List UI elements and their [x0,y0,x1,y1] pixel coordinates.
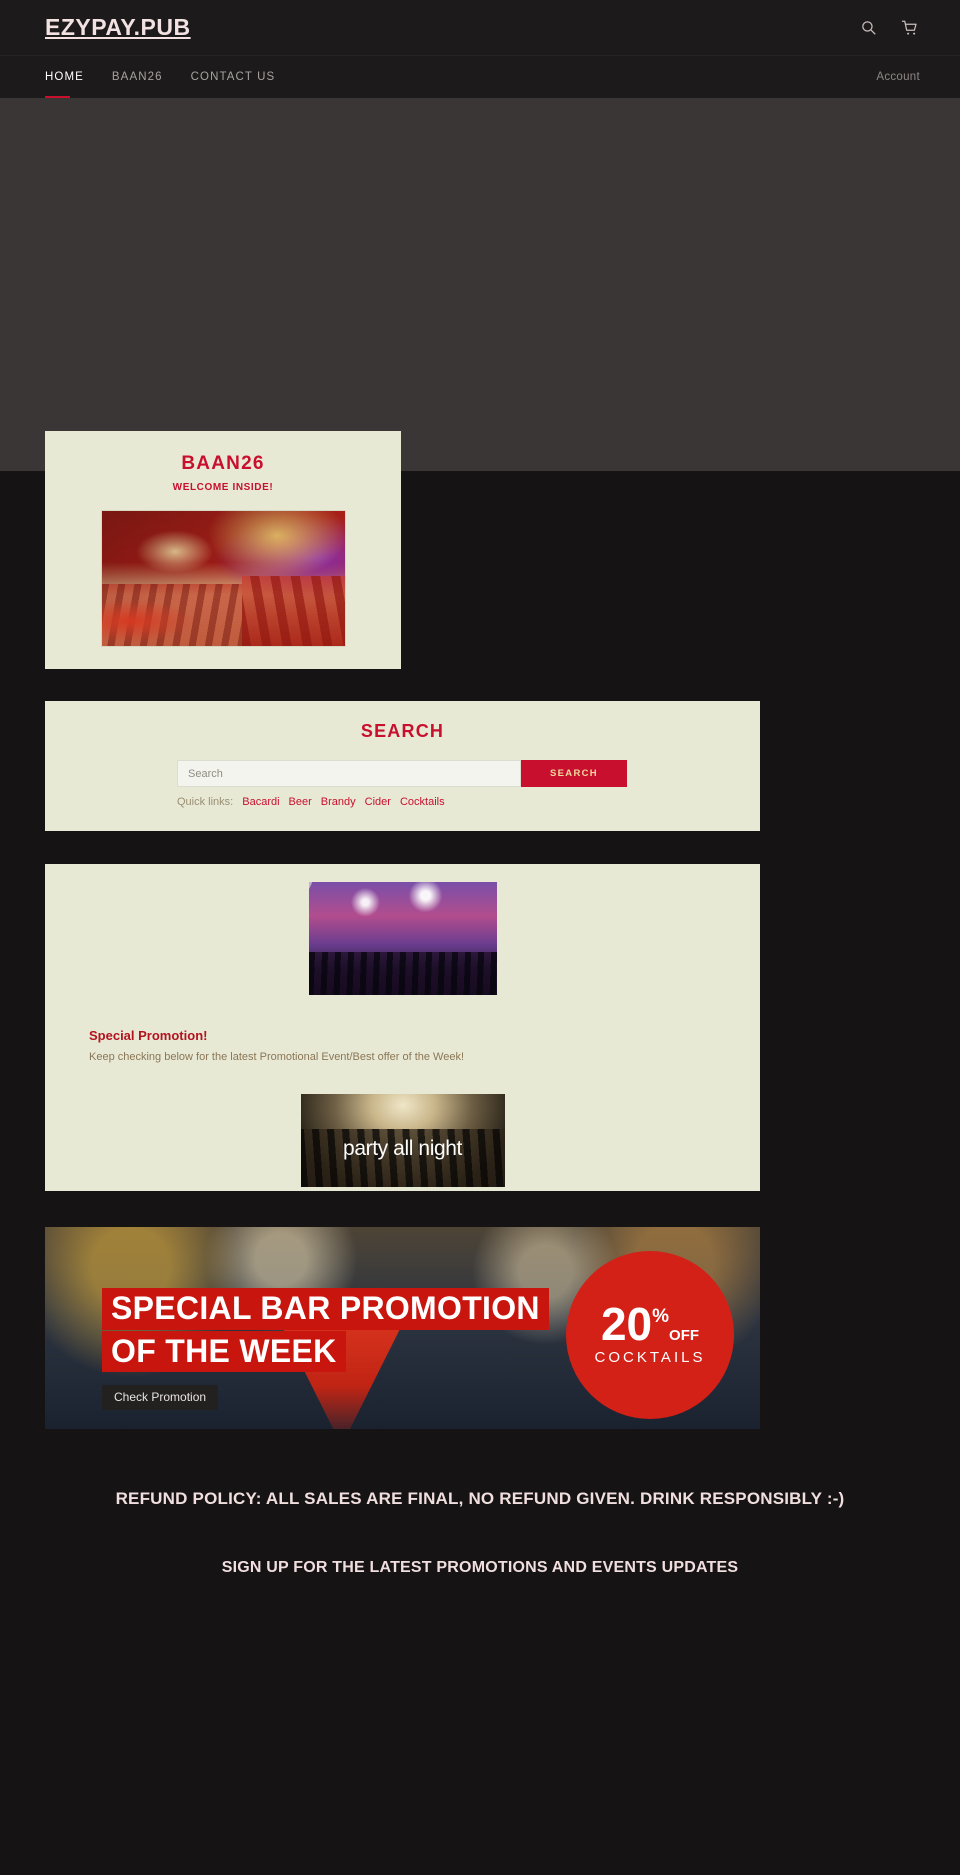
welcome-card: BAAN26 WELCOME INSIDE! [45,431,401,669]
concert-crowd-photo [308,882,497,995]
special-promotion-section: Special Promotion! Keep checking below f… [45,864,760,1191]
party-all-night-caption: party all night [343,1136,462,1160]
search-section: SEARCH SEARCH Quick links: Bacardi Beer … [45,701,760,831]
nav-link-baan26[interactable]: BAAN26 [112,71,163,83]
bar-interior-photo [100,510,346,647]
special-bar-promotion-banner[interactable]: 20 % OFF COCKTAILS SPECIAL BAR PROMOTION… [45,1227,760,1429]
promotion-heading: Special Promotion! [89,1028,208,1043]
discount-percent-sign: % [652,1305,670,1327]
quick-links: Quick links: Bacardi Beer Brandy Cider C… [177,796,760,808]
search-submit-button[interactable]: SEARCH [521,760,627,787]
quick-link-bacardi[interactable]: Bacardi [242,796,279,808]
welcome-subtitle: WELCOME INSIDE! [172,482,274,493]
party-all-night-photo: party all night [300,1094,505,1187]
quick-link-cocktails[interactable]: Cocktails [400,796,445,808]
nav-item-baan26[interactable]: BAAN26 [98,56,177,98]
search-form: SEARCH [177,760,627,787]
welcome-title: BAAN26 [181,453,265,474]
check-promotion-button[interactable]: Check Promotion [102,1385,219,1410]
cart-icon[interactable] [900,18,920,38]
promotion-text: Keep checking below for the latest Promo… [89,1051,465,1063]
quick-link-brandy[interactable]: Brandy [321,796,356,808]
nav-link-contact-us[interactable]: CONTACT US [191,71,276,83]
nav-list: HOME BAAN26 CONTACT US [45,56,290,99]
banner-headline-line2: OF THE WEEK [102,1330,346,1373]
refund-policy-text: REFUND POLICY: ALL SALES ARE FINAL, NO R… [115,1489,845,1508]
banner-headline-line1: SPECIAL BAR PROMOTION [102,1288,549,1330]
main-navigation: HOME BAAN26 CONTACT US Account [0,55,960,99]
search-input[interactable] [177,760,521,787]
search-heading: SEARCH [360,721,445,741]
site-logo[interactable]: EZYPAY.PUB [45,14,191,41]
banner-headline: SPECIAL BAR PROMOTION OF THE WEEK [102,1288,648,1373]
search-icon[interactable] [858,18,878,38]
nav-link-home[interactable]: HOME [45,71,84,83]
quick-link-cider[interactable]: Cider [365,796,391,808]
nav-item-home[interactable]: HOME [45,56,98,99]
nav-item-contact-us[interactable]: CONTACT US [177,56,290,98]
discount-off-label: OFF [669,1326,700,1344]
quick-link-beer[interactable]: Beer [289,796,312,808]
site-header: EZYPAY.PUB [0,0,960,55]
signup-heading: SIGN UP FOR THE LATEST PROMOTIONS AND EV… [221,1558,739,1576]
header-icon-group [858,18,920,38]
quick-links-label: Quick links: [177,796,234,808]
account-link[interactable]: Account [876,56,920,98]
site-footer: REFUND POLICY: ALL SALES ARE FINAL, NO R… [0,1440,960,1577]
hero-banner [0,98,960,471]
